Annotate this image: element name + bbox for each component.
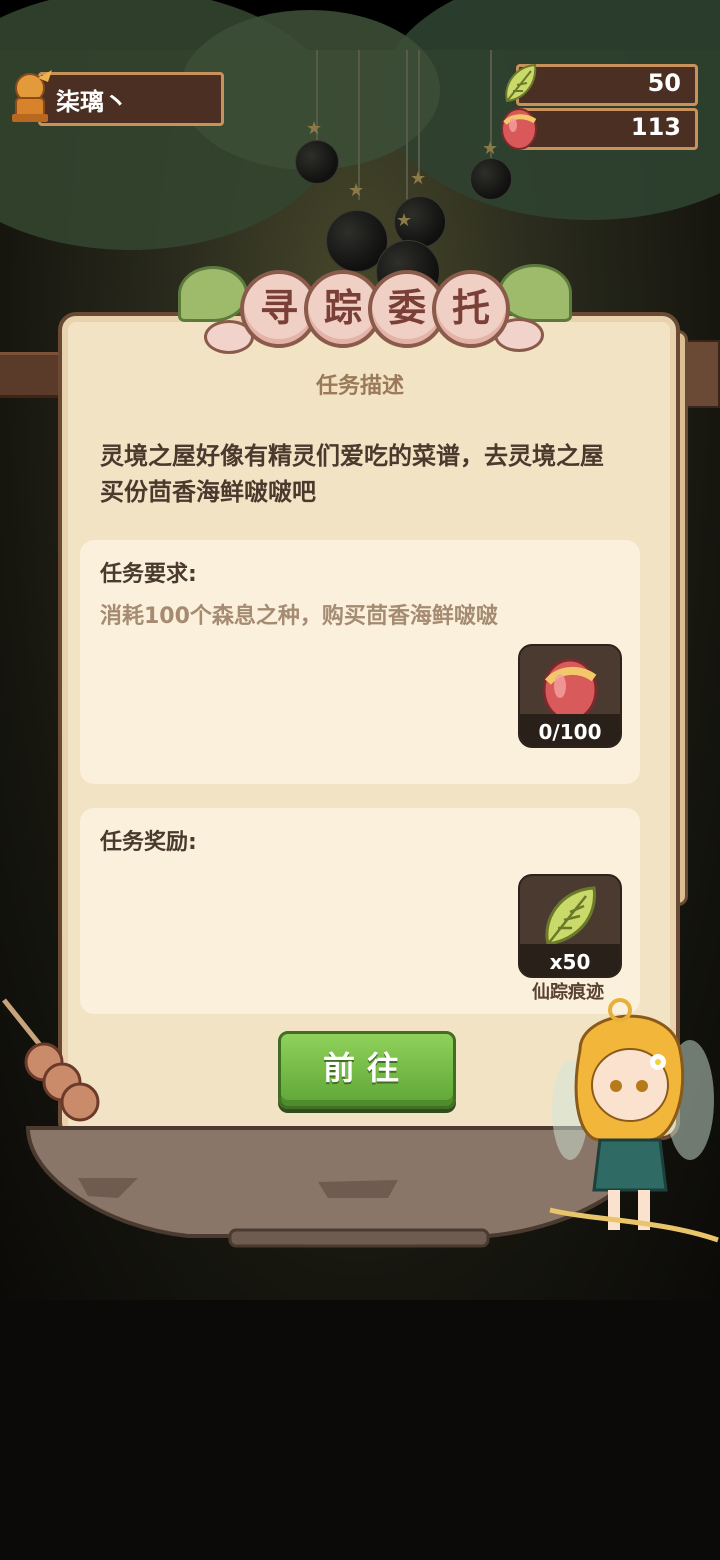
player-name: 柒璃丶 bbox=[56, 88, 128, 116]
skewer-decoration bbox=[2, 998, 100, 1122]
fairy-character bbox=[549, 998, 719, 1243]
section-subtitle: 任务描述 bbox=[315, 374, 404, 399]
reward-item[interactable]: x50 bbox=[518, 874, 622, 978]
forest-seed-icon bbox=[501, 108, 537, 150]
seed-currency-value: 113 bbox=[630, 113, 681, 141]
requirement-progress: 0/100 bbox=[538, 720, 602, 744]
player-avatar-icon bbox=[12, 70, 52, 122]
title-char: 托 bbox=[432, 270, 510, 348]
quest-description: 灵境之屋好像有精灵们爱吃的菜谱，去灵境之屋买份茴香海鲜啵啵吧 bbox=[100, 442, 604, 506]
quest-title: 寻 踪 委 托 bbox=[222, 270, 512, 350]
fairy-leaf-icon bbox=[545, 886, 596, 946]
player-name-plate[interactable]: 柒璃丶 bbox=[8, 68, 224, 126]
requirement-text: 消耗100个森息之种，购买茴香海鲜啵啵 bbox=[100, 604, 498, 629]
leaf-currency[interactable]: 50 bbox=[505, 63, 698, 106]
reward-box: 任务奖励: x50 仙踪痕迹 bbox=[80, 808, 640, 1014]
fairy-leaf-icon bbox=[505, 63, 537, 103]
requirement-title: 任务要求: bbox=[100, 562, 197, 587]
leaf-currency-value: 50 bbox=[647, 69, 681, 97]
go-button[interactable]: 前往 bbox=[278, 1031, 456, 1109]
requirement-box: 任务要求: 消耗100个森息之种，购买茴香海鲜啵啵 0/100 bbox=[80, 540, 640, 784]
requirement-item[interactable]: 0/100 bbox=[518, 644, 622, 748]
seed-currency[interactable]: 113 bbox=[501, 108, 698, 150]
reward-amount: x50 bbox=[549, 950, 591, 974]
reward-title: 任务奖励: bbox=[100, 830, 197, 855]
